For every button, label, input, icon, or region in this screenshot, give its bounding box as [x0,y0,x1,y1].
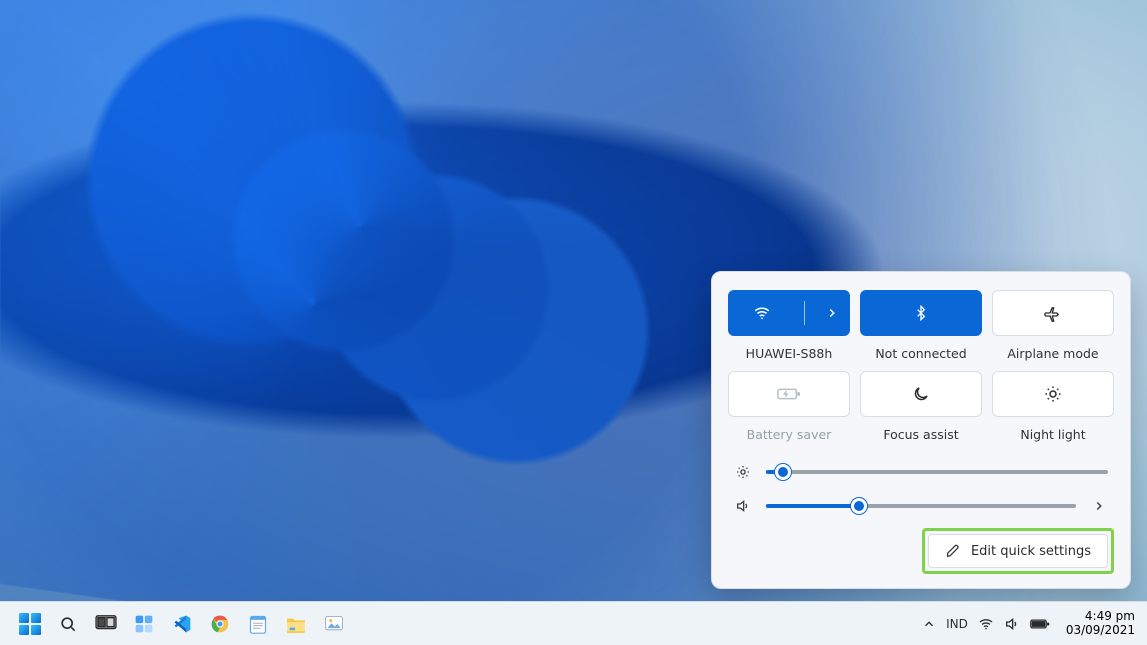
chrome-icon [210,614,230,634]
tray-overflow-button[interactable] [922,617,936,631]
widgets-icon [134,614,154,634]
moon-icon [912,385,930,403]
taskbar-pinned [8,610,348,638]
start-button[interactable] [16,610,44,638]
tile-focus-assist: Focus assist [860,371,982,442]
slider-fill [766,504,859,508]
tile-night-light: Night light [992,371,1114,442]
paint-button[interactable] [320,610,348,638]
volume-slider[interactable] [766,498,1076,514]
tile-airplane: Airplane mode [992,290,1114,361]
chevron-up-icon [922,617,936,631]
volume-icon [734,498,752,514]
edit-label: Edit quick settings [971,544,1091,559]
wifi-toggle[interactable] [728,290,850,336]
tile-bluetooth: Not connected [860,290,982,361]
night-light-toggle[interactable] [992,371,1114,417]
search-icon [58,614,78,634]
edit-wrap: Edit quick settings [728,528,1114,574]
pencil-icon [945,543,961,559]
slider-track [766,470,1108,474]
battery-saver-icon [777,387,801,401]
tray-wifi-icon [978,616,994,632]
sun-icon [1044,385,1062,403]
battery-saver-label: Battery saver [747,427,832,442]
battery-saver-toggle [728,371,850,417]
brightness-row [728,464,1114,480]
tray-status-icons[interactable] [978,616,1050,632]
chrome-button[interactable] [206,610,234,638]
quick-settings-grid: HUAWEI-S88h Not connected [728,290,1114,442]
taskbar-clock[interactable]: 4:49 pm 03/09/2021 [1060,610,1135,636]
brightness-icon [734,464,752,480]
airplane-toggle[interactable] [992,290,1114,336]
chevron-right-icon[interactable] [815,306,849,320]
notepad-button[interactable] [244,610,272,638]
tray-battery-icon [1030,618,1050,630]
system-tray: IND 4:49 pm 03/09/2021 [922,610,1139,636]
bluetooth-icon [913,305,929,321]
tile-wifi: HUAWEI-S88h [728,290,850,361]
tutorial-highlight: Edit quick settings [922,528,1114,574]
bluetooth-toggle[interactable] [860,290,982,336]
airplane-label: Airplane mode [1007,346,1098,361]
volume-output-chevron[interactable] [1090,499,1108,513]
tile-battery-saver: Battery saver [728,371,850,442]
clock-time: 4:49 pm [1066,610,1135,623]
tray-volume-icon [1004,616,1020,632]
divider [804,301,805,325]
file-explorer-button[interactable] [282,610,310,638]
brightness-slider[interactable] [766,464,1108,480]
focus-assist-label: Focus assist [883,427,958,442]
taskbar: IND 4:49 pm 03/09/2021 [0,601,1147,645]
search-button[interactable] [54,610,82,638]
clock-date: 03/09/2021 [1066,624,1135,637]
slider-thumb[interactable] [775,464,791,480]
wifi-label: HUAWEI-S88h [746,346,833,361]
ime-indicator[interactable]: IND [946,617,968,631]
paint-icon [324,614,344,634]
wifi-icon [729,304,794,322]
bluetooth-label: Not connected [875,346,966,361]
volume-row [728,498,1114,514]
slider-thumb[interactable] [851,498,867,514]
night-light-label: Night light [1020,427,1085,442]
focus-assist-toggle[interactable] [860,371,982,417]
airplane-icon [1044,304,1062,322]
task-view-button[interactable] [92,610,120,638]
file-explorer-icon [285,615,307,633]
notepad-icon [249,614,267,634]
quick-settings-flyout: HUAWEI-S88h Not connected [711,271,1131,589]
edit-quick-settings-button[interactable]: Edit quick settings [928,534,1108,568]
widgets-button[interactable] [130,610,158,638]
windows-logo-icon [19,613,41,635]
vscode-button[interactable] [168,610,196,638]
vscode-icon [172,614,192,634]
task-view-icon [95,615,117,633]
